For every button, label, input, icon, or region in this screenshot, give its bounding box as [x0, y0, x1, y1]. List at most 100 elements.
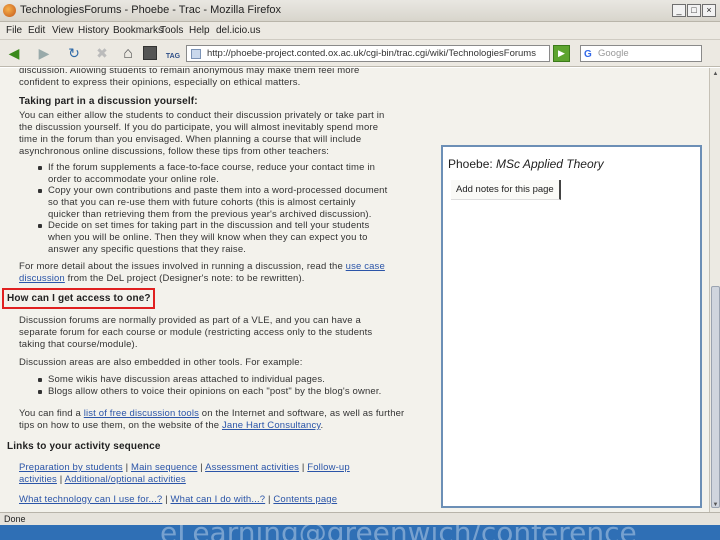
tools-text: . — [320, 420, 324, 431]
activity-links-row: What technology can I use for...? | What… — [19, 494, 337, 505]
bullet-text: when you will be online. Then they will … — [48, 232, 368, 243]
tools-line: You can find a list of free discussion t… — [19, 408, 404, 419]
menu-tools[interactable]: Tools — [160, 25, 183, 36]
status-text: Done — [4, 514, 26, 524]
paragraph-line: time in the forum than you envisaged. Wh… — [19, 134, 362, 145]
notes-title-prefix: Phoebe: — [448, 157, 497, 171]
paragraph-line: asynchronous online discussions, follow … — [19, 146, 330, 157]
status-bar: Done — [0, 512, 720, 525]
case-study-line: discussion from the DeL project (Designe… — [19, 273, 305, 284]
paragraph-line: You can either allow the students to con… — [19, 110, 385, 121]
use-case-discussion-link[interactable]: discussion — [19, 273, 65, 284]
bullet-text: quicker than retrieving them from the pr… — [48, 209, 372, 220]
case-study-text: from the DeL project (Designer's note: t… — [64, 273, 305, 284]
scrollbar-thumb[interactable] — [711, 286, 720, 508]
notes-panel-title: Phoebe: MSc Applied Theory — [448, 157, 604, 171]
menu-help[interactable]: Help — [189, 25, 210, 36]
heading-access: How can I get access to one? — [7, 293, 151, 304]
intro-line: discussion. Allowing students to remain … — [19, 68, 360, 76]
heading-taking-part: Taking part in a discussion yourself: — [19, 96, 198, 107]
vertical-scrollbar[interactable]: ▲ ▼ — [709, 68, 720, 512]
jane-hart-link[interactable]: Jane Hart Consultancy — [222, 420, 321, 431]
menu-history[interactable]: History — [78, 25, 109, 36]
case-study-line: For more detail about the issues involve… — [19, 261, 385, 272]
stop-icon[interactable]: ✖ — [92, 44, 112, 63]
activity-link[interactable]: Main sequence — [131, 462, 197, 473]
activity-link[interactable]: What technology can I use for...? — [19, 494, 162, 505]
close-button[interactable]: × — [702, 4, 716, 17]
scroll-up-icon[interactable]: ▲ — [711, 69, 720, 79]
activity-link[interactable]: Additional/optional activities — [65, 474, 186, 485]
window-title-bar: TechnologiesForums - Phoebe - Trac - Moz… — [0, 0, 720, 22]
paragraph-line: the discussion yourself. If you do parti… — [19, 122, 379, 133]
page-content: discussion. Allowing students to remain … — [0, 68, 709, 512]
paragraph-line: separate forum for each course or module… — [19, 327, 373, 338]
link-separator: | — [162, 494, 171, 505]
bullet-text: order to accommodate your online role. — [48, 174, 219, 185]
activity-link[interactable]: activities — [19, 474, 57, 485]
bullet-icon — [38, 166, 42, 170]
address-bar[interactable]: http://phoebe-project.conted.ox.ac.uk/cg… — [186, 45, 550, 62]
bookmark-icon[interactable] — [143, 46, 157, 60]
notes-panel: Phoebe: MSc Applied Theory Add notes for… — [441, 145, 702, 508]
intro-line: confident to express their opinions, esp… — [19, 77, 301, 88]
paragraph-line: taking that course/module). — [19, 339, 138, 350]
maximize-button[interactable]: □ — [687, 4, 701, 17]
forward-icon[interactable]: ▶ — [34, 44, 54, 63]
notes-title-name: MSc Applied Theory — [496, 157, 604, 171]
menu-edit[interactable]: Edit — [28, 25, 45, 36]
search-input[interactable]: G Google — [580, 45, 702, 62]
free-discussion-tools-link[interactable]: list of free discussion tools — [84, 408, 199, 419]
bullet-text: Blogs allow others to voice their opinio… — [48, 386, 382, 397]
link-separator: | — [197, 462, 206, 473]
menu-bookmarks[interactable]: Bookmarks — [113, 25, 163, 36]
activity-link[interactable]: Contents page — [273, 494, 337, 505]
go-button[interactable]: ▶ — [553, 45, 570, 62]
menu-bar: File Edit View History Bookmarks Tools H… — [0, 22, 720, 40]
activity-links-row: Preparation by students | Main sequence … — [19, 462, 350, 473]
slide-background: eLearning@greenwich/conference — [0, 525, 720, 540]
bullet-text: Copy your own contributions and paste th… — [48, 185, 388, 196]
home-icon[interactable]: ⌂ — [118, 44, 138, 63]
url-text: http://phoebe-project.conted.ox.ac.uk/cg… — [207, 48, 536, 59]
scroll-down-icon[interactable]: ▼ — [711, 500, 720, 510]
paragraph-line: Discussion areas are also embedded in ot… — [19, 357, 303, 368]
activity-link[interactable]: Preparation by students — [19, 462, 123, 473]
back-icon[interactable]: ◀ — [4, 44, 24, 63]
paragraph-line: Discussion forums are normally provided … — [19, 315, 361, 326]
menu-view[interactable]: View — [52, 25, 74, 36]
link-separator: | — [56, 474, 65, 485]
link-separator: | — [122, 462, 131, 473]
activity-link[interactable]: Follow-up — [307, 462, 350, 473]
reload-icon[interactable]: ↻ — [64, 44, 84, 63]
tools-text: on the Internet and software, as well as… — [199, 408, 405, 419]
activity-link[interactable]: Assessment activities — [205, 462, 299, 473]
activity-link[interactable]: What can I do with...? — [171, 494, 266, 505]
bullet-text: Some wikis have discussion areas attache… — [48, 374, 326, 385]
bullet-icon — [38, 390, 42, 394]
menu-delicious[interactable]: del.icio.us — [216, 25, 260, 36]
search-placeholder: Google — [598, 48, 629, 59]
bullet-icon — [38, 378, 42, 382]
tag-icon[interactable]: TAG — [163, 44, 183, 63]
firefox-icon — [3, 4, 16, 17]
activity-links-row: activities | Additional/optional activit… — [19, 474, 186, 485]
slide-watermark: eLearning@greenwich/conference — [160, 525, 637, 540]
bullet-icon — [38, 224, 42, 228]
case-study-text: For more detail about the issues involve… — [19, 261, 346, 272]
tools-text: You can find a — [19, 408, 84, 419]
add-notes-button[interactable]: Add notes for this page — [451, 180, 561, 200]
window-title: TechnologiesForums - Phoebe - Trac - Moz… — [20, 4, 282, 16]
tools-text: tips on how to use them, on the website … — [19, 420, 222, 431]
heading-links: Links to your activity sequence — [7, 441, 161, 452]
minimize-button[interactable]: _ — [672, 4, 686, 17]
bullet-text: Decide on set times for taking part in t… — [48, 220, 370, 231]
favicon-icon — [191, 49, 201, 59]
google-icon: G — [584, 49, 592, 60]
use-case-link[interactable]: use case — [346, 261, 385, 272]
bullet-icon — [38, 189, 42, 193]
navigation-toolbar: ◀ ▶ ↻ ✖ ⌂ TAG http://phoebe-project.cont… — [0, 40, 720, 67]
bullet-text: answer any specific questions that they … — [48, 244, 247, 255]
menu-file[interactable]: File — [6, 25, 22, 36]
bullet-text: so that you can re-use them with future … — [48, 197, 356, 208]
